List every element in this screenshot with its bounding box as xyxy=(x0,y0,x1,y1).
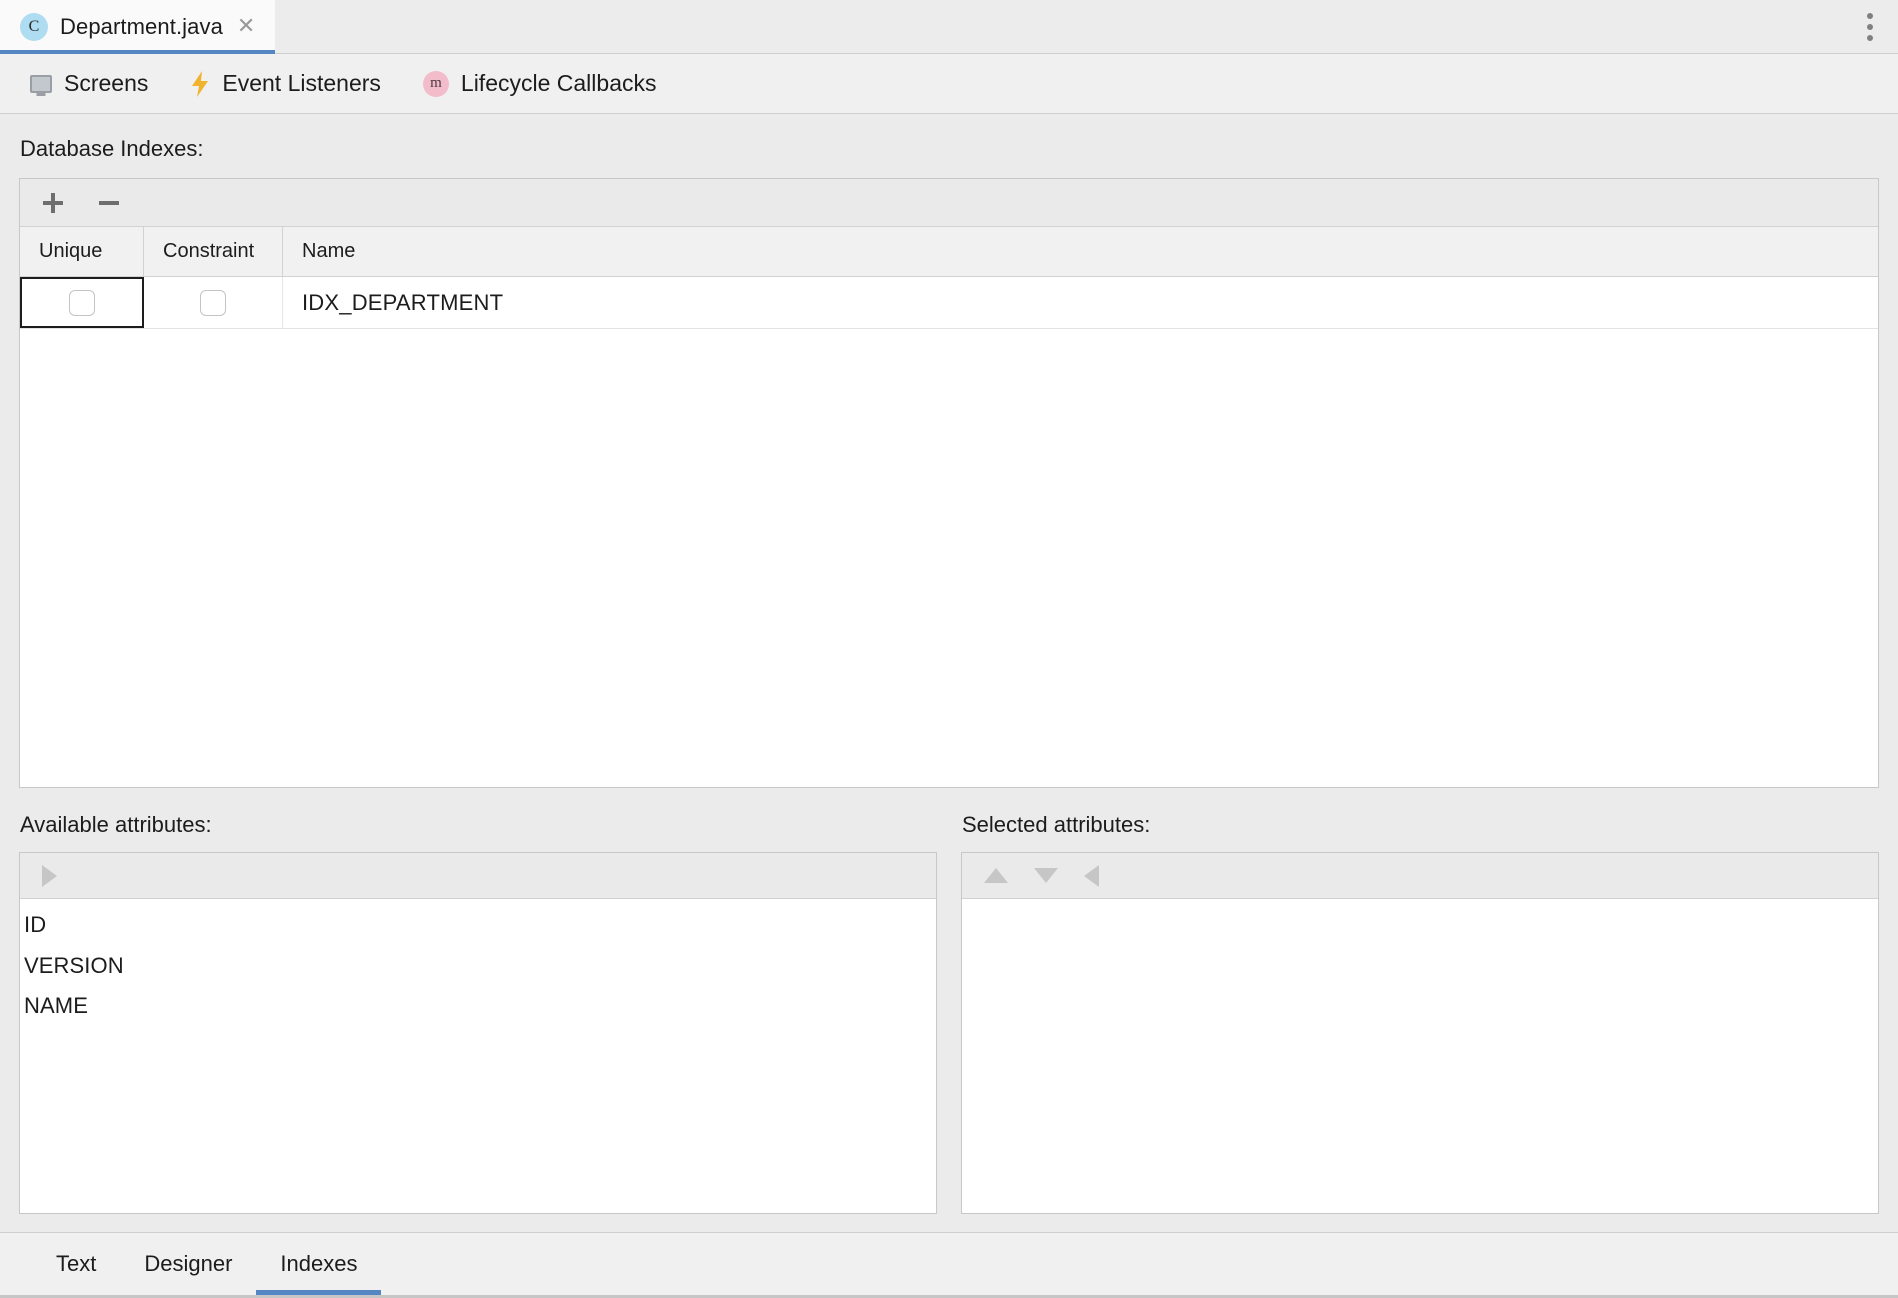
column-header-unique[interactable]: Unique xyxy=(20,227,144,276)
add-index-button[interactable] xyxy=(36,186,70,220)
indexes-editor-pane: Database Indexes: Unique Constraint Name xyxy=(0,114,1898,1232)
class-badge-icon: C xyxy=(20,12,48,41)
selected-attributes-label: Selected attributes: xyxy=(962,812,1151,837)
available-attributes-column: Available attributes: ID VERSION NAME xyxy=(19,788,937,1214)
available-attributes-toolbar xyxy=(20,853,936,899)
file-tab-label: Department.java xyxy=(60,13,223,39)
nav-item-lifecycle-callbacks[interactable]: m Lifecycle Callbacks xyxy=(422,70,657,97)
selected-attributes-toolbar xyxy=(962,853,1878,899)
nav-item-screens-label: Screens xyxy=(64,70,149,96)
list-item[interactable]: NAME xyxy=(20,986,936,1027)
available-attributes-list[interactable]: ID VERSION NAME xyxy=(20,899,936,1213)
constraint-checkbox[interactable] xyxy=(200,289,226,316)
list-item[interactable]: VERSION xyxy=(20,946,936,987)
minus-icon xyxy=(99,200,119,205)
selected-attributes-column: Selected attributes: xyxy=(961,788,1879,1214)
tab-text[interactable]: Text xyxy=(32,1233,120,1295)
more-vertical-icon[interactable] xyxy=(1842,0,1898,53)
close-icon[interactable]: ✕ xyxy=(235,13,257,41)
arrow-up-icon[interactable] xyxy=(984,868,1008,883)
attributes-section: Available attributes: ID VERSION NAME Se… xyxy=(19,788,1879,1232)
tab-designer[interactable]: Designer xyxy=(120,1233,256,1295)
available-attributes-panel: ID VERSION NAME xyxy=(19,852,937,1214)
database-indexes-table-panel: Unique Constraint Name IDX_DEPARTMENT xyxy=(19,178,1879,788)
selected-attributes-list[interactable] xyxy=(962,899,1878,1213)
index-table-body: IDX_DEPARTMENT xyxy=(20,277,1878,787)
column-header-name[interactable]: Name xyxy=(283,227,1878,276)
editor-navigation-bar: Screens Event Listeners m Lifecycle Call… xyxy=(0,54,1898,114)
database-indexes-label: Database Indexes: xyxy=(20,136,204,161)
file-tab-department-java[interactable]: C Department.java ✕ xyxy=(0,0,276,54)
index-table-header: Unique Constraint Name xyxy=(20,227,1878,277)
editor-bottom-tabs: Text Designer Indexes xyxy=(0,1232,1898,1298)
unique-checkbox[interactable] xyxy=(69,289,95,316)
cell-constraint[interactable] xyxy=(144,277,283,328)
tab-strip-spacer xyxy=(275,0,1842,53)
editor-tab-strip: C Department.java ✕ xyxy=(0,0,1898,54)
nav-item-event-listeners[interactable]: Event Listeners xyxy=(190,70,381,97)
arrow-down-icon[interactable] xyxy=(1034,868,1058,883)
column-header-constraint[interactable]: Constraint xyxy=(144,227,283,276)
arrow-right-icon[interactable] xyxy=(42,864,57,887)
editor-window: C Department.java ✕ Screens Event Listen… xyxy=(0,0,1898,1298)
arrow-left-icon[interactable] xyxy=(1084,864,1099,887)
nav-item-lifecycle-callbacks-label: Lifecycle Callbacks xyxy=(460,70,657,96)
monitor-icon xyxy=(30,74,52,93)
available-attributes-label: Available attributes: xyxy=(20,812,212,837)
lightning-bolt-icon xyxy=(192,70,209,97)
list-item[interactable]: ID xyxy=(20,905,936,946)
nav-item-event-listeners-label: Event Listeners xyxy=(222,70,381,96)
cell-name[interactable]: IDX_DEPARTMENT xyxy=(283,277,1878,328)
index-table-toolbar xyxy=(20,179,1878,227)
selected-attributes-panel xyxy=(961,852,1879,1214)
plus-icon xyxy=(43,192,63,213)
nav-item-screens[interactable]: Screens xyxy=(30,70,148,97)
table-row[interactable]: IDX_DEPARTMENT xyxy=(20,277,1878,329)
remove-index-button[interactable] xyxy=(92,186,126,220)
method-m-icon: m xyxy=(422,70,449,97)
cell-unique[interactable] xyxy=(20,277,144,328)
tab-indexes[interactable]: Indexes xyxy=(256,1233,382,1295)
